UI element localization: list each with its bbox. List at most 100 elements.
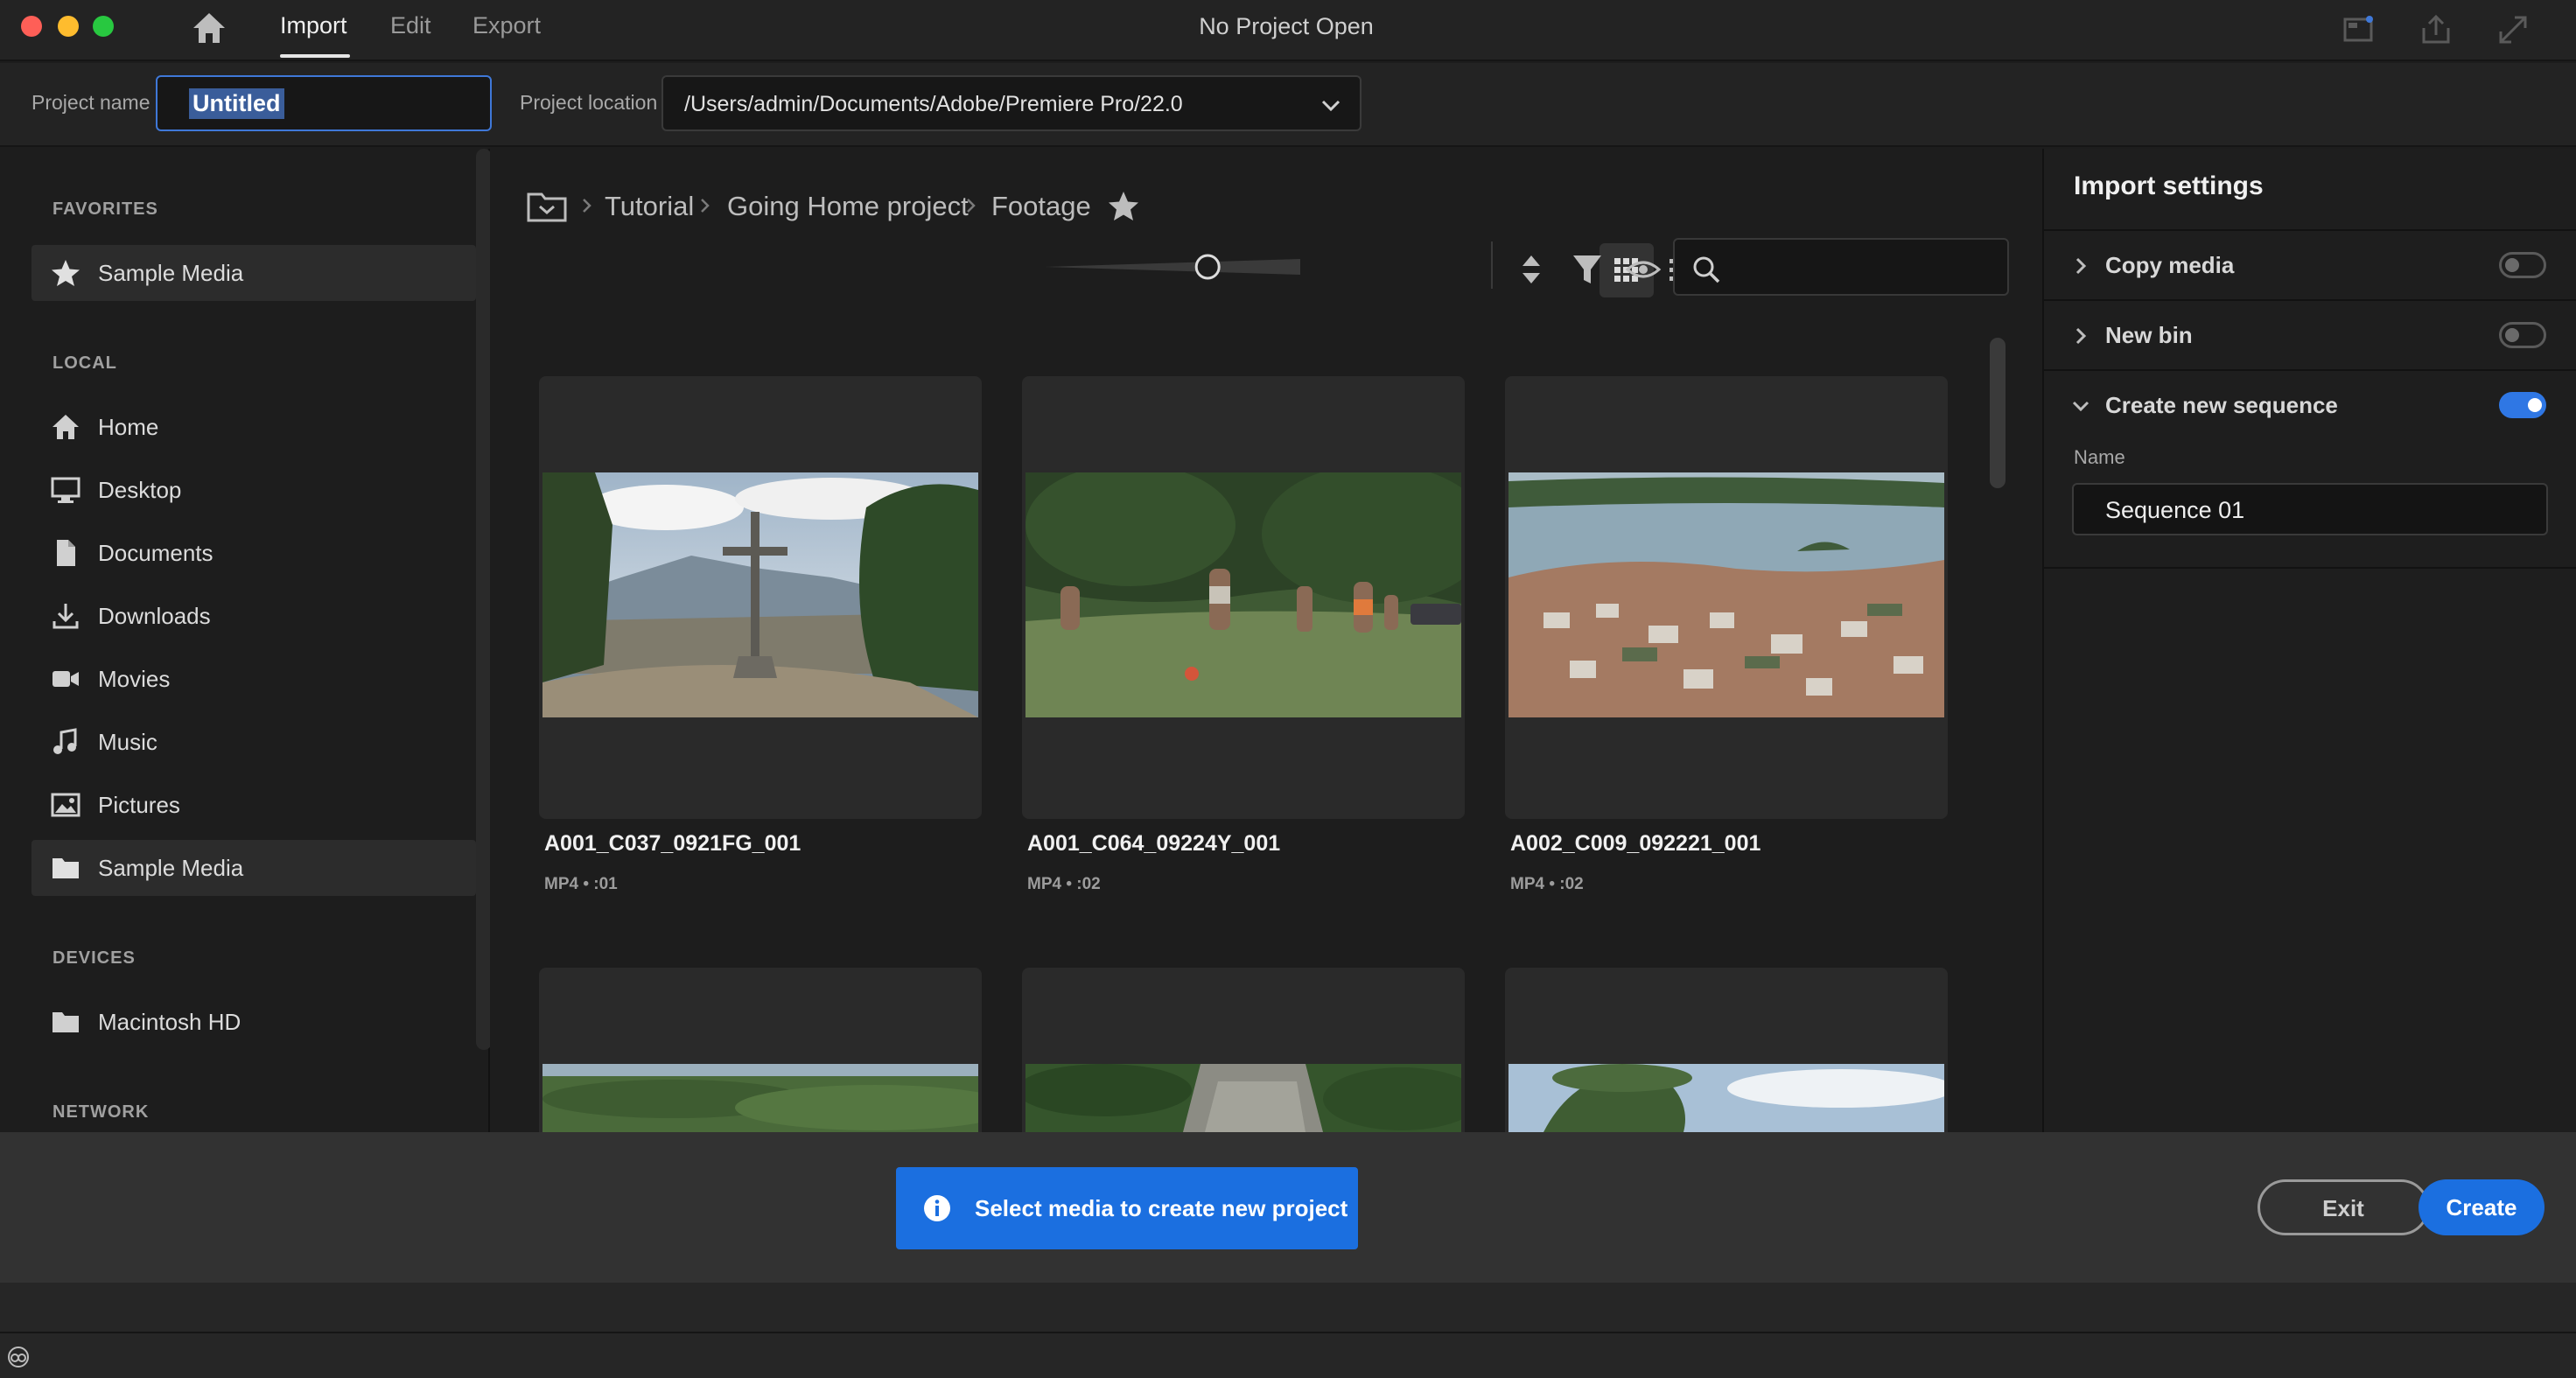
section-favorites: FAVORITES xyxy=(52,199,158,219)
zoom-window-button[interactable] xyxy=(93,16,114,37)
minimize-window-button[interactable] xyxy=(58,16,79,37)
tab-edit[interactable]: Edit xyxy=(390,12,431,39)
media-name: A002_C009_092221_001 xyxy=(1510,831,1761,856)
media-card-a001-c037[interactable] xyxy=(539,376,982,819)
media-name: A001_C064_09224Y_001 xyxy=(1027,831,1281,856)
media-thumbnail xyxy=(1508,472,1944,717)
action-bar: Select media to create new project Exit … xyxy=(0,1132,2576,1283)
breadcrumb-tutorial[interactable]: Tutorial xyxy=(605,191,694,222)
picture-icon xyxy=(51,793,80,817)
create-new-sequence-label: Create new sequence xyxy=(2105,392,2338,418)
favorite-star-icon[interactable] xyxy=(1106,189,1141,224)
active-tab-indicator xyxy=(280,54,350,58)
new-bin-row[interactable]: New bin xyxy=(2044,299,2576,369)
media-card-a001-c064[interactable] xyxy=(1022,376,1465,819)
create-button[interactable]: Create xyxy=(2418,1179,2544,1235)
sidebar-item-desktop[interactable]: Desktop xyxy=(32,462,476,518)
breadcrumb-footage[interactable]: Footage xyxy=(991,191,1091,222)
media-card-row2-2[interactable] xyxy=(1022,968,1465,1132)
section-local: LOCAL xyxy=(52,353,117,373)
toggle-knob xyxy=(2528,398,2542,412)
tab-export[interactable]: Export xyxy=(472,12,541,39)
chevron-right-icon xyxy=(701,199,710,213)
creative-cloud-icon[interactable] xyxy=(5,1344,32,1370)
fullscreen-button[interactable] xyxy=(2496,12,2530,47)
search-icon xyxy=(1693,256,1720,283)
status-bar xyxy=(0,1283,2576,1378)
toolbar-divider xyxy=(1491,241,1493,289)
share-button[interactable] xyxy=(2418,12,2454,47)
toggle-knob xyxy=(2505,328,2519,342)
chevron-right-icon xyxy=(2076,327,2087,345)
create-button-label: Create xyxy=(2446,1194,2517,1221)
media-meta: MP4 • :01 xyxy=(544,875,618,893)
sidebar-item-label: Sample Media xyxy=(98,260,244,286)
close-window-button[interactable] xyxy=(21,16,42,37)
section-network: NETWORK xyxy=(52,1102,150,1122)
browser-scrollbar[interactable] xyxy=(1990,338,2006,488)
folder-icon xyxy=(52,1012,79,1032)
sidebar-item-sample-media-favorite[interactable]: Sample Media xyxy=(32,245,476,301)
home-icon xyxy=(193,13,225,43)
toggle-knob xyxy=(2505,258,2519,272)
sidebar-item-label: Sample Media xyxy=(98,855,244,881)
tab-import[interactable]: Import xyxy=(280,12,347,39)
sidebar-item-macintosh-hd[interactable]: Macintosh HD xyxy=(32,994,476,1050)
music-note-icon xyxy=(53,728,77,754)
sequence-name-value: Sequence 01 xyxy=(2105,497,2245,523)
panel-layout-button[interactable] xyxy=(2342,12,2376,47)
sidebar-item-downloads[interactable]: Downloads xyxy=(32,588,476,644)
sequence-name-input[interactable]: Sequence 01 xyxy=(2072,483,2548,535)
sidebar-item-movies[interactable]: Movies xyxy=(32,651,476,707)
media-card-a002-c009[interactable] xyxy=(1505,376,1948,819)
new-bin-label: New bin xyxy=(2105,322,2193,348)
project-location-select[interactable]: /Users/admin/Documents/Adobe/Premiere Pr… xyxy=(662,75,1362,131)
sequence-name-label: Name xyxy=(2074,446,2125,468)
new-bin-toggle[interactable] xyxy=(2499,322,2546,348)
sidebar-item-sample-media[interactable]: Sample Media xyxy=(32,840,476,896)
sidebar-item-label: Downloads xyxy=(98,603,211,629)
media-meta: MP4 • :02 xyxy=(1510,875,1584,893)
media-card-row2-3[interactable] xyxy=(1505,968,1948,1132)
chevron-down-icon xyxy=(2072,401,2090,412)
media-thumbnail xyxy=(1026,472,1461,717)
copy-media-row[interactable]: Copy media xyxy=(2044,229,2576,299)
project-bar: Project name Untitled Project location /… xyxy=(0,63,2576,147)
download-icon xyxy=(52,604,79,629)
sidebar-item-label: Documents xyxy=(98,540,214,566)
copy-media-label: Copy media xyxy=(2105,252,2235,278)
media-thumbnail xyxy=(1508,1064,1944,1132)
sidebar-item-label: Macintosh HD xyxy=(98,1009,242,1035)
media-name: A001_C037_0921FG_001 xyxy=(544,831,802,856)
filter-icon[interactable] xyxy=(1568,250,1606,289)
sidebar-item-label: Movies xyxy=(98,666,171,692)
sidebar-item-label: Desktop xyxy=(98,477,182,503)
folder-icon[interactable] xyxy=(527,189,567,224)
exit-button[interactable]: Exit xyxy=(2258,1179,2429,1235)
sort-icon[interactable] xyxy=(1512,250,1550,289)
sidebar-item-label: Home xyxy=(98,414,159,440)
media-thumbnail xyxy=(542,1064,978,1132)
media-card-row2-1[interactable] xyxy=(539,968,982,1132)
sidebar-item-pictures[interactable]: Pictures xyxy=(32,777,476,833)
import-settings-title: Import settings xyxy=(2074,171,2264,200)
project-location-value: /Users/admin/Documents/Adobe/Premiere Pr… xyxy=(684,92,1183,116)
window-title: No Project Open xyxy=(1199,13,1374,39)
home-button[interactable] xyxy=(191,10,228,45)
eye-icon[interactable] xyxy=(1624,250,1662,289)
folder-icon xyxy=(52,858,79,878)
chevron-right-icon xyxy=(583,199,592,213)
thumbnail-zoom-slider[interactable] xyxy=(1041,252,1304,282)
search-input[interactable] xyxy=(1673,238,2009,296)
project-name-value: Untitled xyxy=(189,88,284,119)
sidebar-item-home[interactable]: Home xyxy=(32,399,476,455)
sidebar-item-documents[interactable]: Documents xyxy=(32,525,476,581)
create-new-sequence-toggle[interactable] xyxy=(2499,392,2546,418)
locations-sidebar: FAVORITES Sample Media LOCAL Home Deskto… xyxy=(0,149,492,1132)
breadcrumb-going-home-project[interactable]: Going Home project xyxy=(727,191,969,222)
project-name-input[interactable]: Untitled xyxy=(156,75,492,131)
copy-media-toggle[interactable] xyxy=(2499,252,2546,278)
sidebar-item-label: Pictures xyxy=(98,792,180,818)
fullscreen-icon xyxy=(2499,16,2527,44)
sidebar-item-music[interactable]: Music xyxy=(32,714,476,770)
